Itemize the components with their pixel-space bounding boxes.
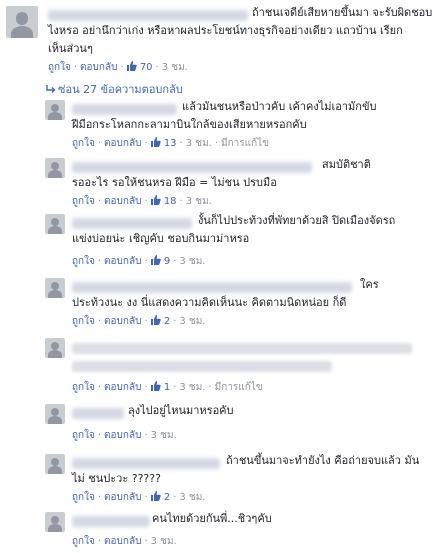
comment-text-line: งั้นก็ไปประท้วงที่พัทยาด้วยสิ ปิดเมืองจั… (198, 214, 396, 227)
comment-time[interactable]: 3 ชม. (162, 62, 188, 73)
comment-text-line: เห็นส่วนๆ (48, 42, 93, 55)
comment-actions: ถูกใจ · ตอบกลับ · 18 · 3 ชม. (72, 195, 212, 207)
like-button[interactable]: ถูกใจ (72, 256, 95, 267)
reply-button[interactable]: ตอบกลับ (104, 382, 141, 393)
redacted-text (72, 361, 332, 372)
like-button[interactable]: ถูกใจ (72, 196, 95, 207)
edited-label[interactable]: มีการแก้ไข (221, 138, 269, 149)
avatar[interactable] (6, 6, 38, 38)
like-count[interactable]: 2 (150, 315, 170, 327)
comment-time[interactable]: 3 ชม. (186, 138, 212, 149)
commenter-name-redacted[interactable] (72, 516, 150, 527)
commenter-name-redacted[interactable] (48, 10, 248, 21)
comment-time[interactable]: 3 ชม. (179, 256, 205, 267)
comment-actions: ถูกใจ · ตอบกลับ · 9 · 3 ชม. (72, 255, 206, 267)
commenter-name-redacted[interactable] (72, 104, 177, 115)
reply-button[interactable]: ตอบกลับ (104, 430, 141, 441)
like-count[interactable]: 1 (150, 381, 170, 393)
commenter-name-redacted[interactable] (72, 458, 220, 469)
like-button[interactable]: ถูกใจ (48, 62, 71, 73)
comment-text-line: รออะไร รอให้ชนหรอ ฝีมือ = ไม่ชน ปรบมือ (72, 176, 277, 189)
comment-time[interactable]: 3 ชม. (179, 492, 205, 503)
thumbs-up-icon (150, 315, 161, 325)
comment-text-line: สมบัติชาติ (322, 158, 371, 171)
comment-actions: ถูกใจ · ตอบกลับ · 1 · 3 ชม. · มีการแก้ไข (72, 381, 263, 393)
reply-button[interactable]: ตอบกลับ (104, 256, 141, 267)
reply-button[interactable]: ตอบกลับ (104, 196, 141, 207)
comment-text-line: ฝีมือกระโหลกกะลามาบินใกล้ของเสียหายหรอกค… (72, 118, 307, 131)
like-button[interactable]: ถูกใจ (72, 536, 95, 547)
commenter-name-redacted[interactable] (72, 218, 192, 229)
comment-text-line: ไงหรอ อย่านึกว่าเก่ง หรือหาผลประโยชน์ทาง… (48, 24, 403, 37)
thumbs-up-icon (126, 61, 137, 71)
commenter-name-redacted[interactable] (72, 282, 352, 293)
redacted-text (72, 343, 412, 354)
reply-button[interactable]: ตอบกลับ (80, 62, 117, 73)
comment-text-line: ลุงไปอยู่ไหนมาหรอคับ (128, 404, 234, 417)
comment-time[interactable]: 3 ชม. (151, 536, 177, 547)
comment-time[interactable]: 3 ชม. (186, 196, 212, 207)
like-button[interactable]: ถูกใจ (72, 492, 95, 503)
comment-actions: ถูกใจ · ตอบกลับ · 2 · 3 ชม. (72, 315, 206, 327)
avatar[interactable] (45, 512, 65, 532)
edited-label[interactable]: มีการแก้ไข (215, 382, 263, 393)
comment-time[interactable]: 3 ชม. (179, 316, 205, 327)
comment-time[interactable]: 3 ชม. (179, 382, 205, 393)
avatar[interactable] (45, 158, 65, 178)
reply-button[interactable]: ตอบกลับ (104, 138, 141, 149)
thumbs-up-icon (150, 381, 161, 391)
thumbs-up-icon (150, 491, 161, 501)
comment-actions: ถูกใจ · ตอบกลับ · 70 · 3 ชม. (48, 61, 188, 73)
like-button[interactable]: ถูกใจ (72, 138, 95, 149)
like-count[interactable]: 70 (126, 61, 153, 73)
reply-button[interactable]: ตอบกลับ (104, 492, 141, 503)
like-count[interactable]: 13 (150, 137, 177, 149)
comment-text-line: แล้วมันชนหรือป่าวคับ เค้าคงไม่เอามักขับ (182, 100, 377, 113)
like-count[interactable]: 2 (150, 491, 170, 503)
comment-text-line: แข่งบ่อยน่ะ เชิญคับ ชอบกินมาม่าหรอ (72, 232, 250, 245)
avatar[interactable] (45, 100, 65, 120)
like-button[interactable]: ถูกใจ (72, 430, 95, 441)
thumbs-up-icon (150, 137, 161, 147)
comment-time[interactable]: 3 ชม. (151, 430, 177, 441)
comment-text-line: คนไทยด้วยกันพี่...ชิวๆคับ (152, 512, 272, 525)
hide-replies-link[interactable]: ซ่อน 27 ข้อความตอบกลับ (46, 80, 183, 98)
comment-actions: ถูกใจ · ตอบกลับ · 3 ชม. (72, 430, 177, 441)
like-button[interactable]: ถูกใจ (72, 382, 95, 393)
comment-text-line: ประท้วงนะ งง นี่แสดงความคิดเห็นนะ คิดตาม… (72, 296, 347, 309)
thumbs-up-icon (150, 255, 161, 265)
comment-actions: ถูกใจ · ตอบกลับ · 13 · 3 ชม. · มีการแก้ไข (72, 137, 270, 149)
reply-button[interactable]: ตอบกลับ (104, 536, 141, 547)
commenter-name-redacted[interactable] (72, 162, 312, 173)
reply-button[interactable]: ตอบกลับ (104, 316, 141, 327)
comment-text-line: ถ้าชนขึ้นมาจะทำยังไง คือถ่ายจบแล้ว มัน (226, 454, 420, 467)
comment-actions: ถูกใจ · ตอบกลับ · 3 ชม. (72, 536, 177, 547)
comment-text-line: ถ้าชนเจดีย์เสียหายขึ้นมา จะรับผิดชอบ (252, 6, 433, 19)
avatar[interactable] (45, 338, 65, 358)
like-count[interactable]: 18 (150, 195, 177, 207)
comment-text-line: ไม่ ชนปะวะ ????? (72, 472, 161, 485)
like-button[interactable]: ถูกใจ (72, 316, 95, 327)
avatar[interactable] (45, 278, 65, 298)
comment-text-line: ใคร (360, 278, 379, 291)
like-count[interactable]: 9 (150, 255, 170, 267)
avatar[interactable] (45, 404, 65, 424)
avatar[interactable] (45, 214, 65, 234)
thumbs-up-icon (150, 195, 161, 205)
commenter-name-redacted[interactable] (72, 408, 124, 419)
comment-actions: ถูกใจ · ตอบกลับ · 2 · 3 ชม. (72, 491, 206, 503)
avatar[interactable] (45, 454, 65, 474)
reply-arrow-icon (46, 85, 56, 93)
